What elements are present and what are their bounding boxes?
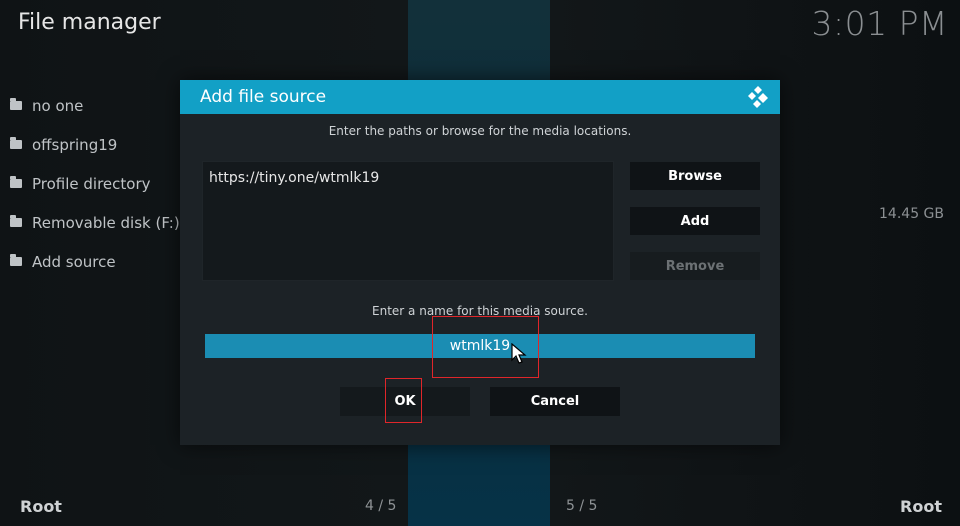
media-source-name-field[interactable]: wtmlk19 xyxy=(205,334,755,358)
list-item-label: Removable disk (F:) xyxy=(32,213,180,232)
path-list[interactable]: https://tiny.one/wtmlk19 xyxy=(202,161,614,281)
footer-root-right: Root xyxy=(900,497,942,516)
cancel-button[interactable]: Cancel xyxy=(490,387,620,416)
name-label: Enter a name for this media source. xyxy=(372,304,588,318)
add-button[interactable]: Add xyxy=(630,207,760,235)
list-item-removable-disk[interactable]: Removable disk (F:) xyxy=(10,203,180,242)
dialog-title: Add file source xyxy=(200,87,327,107)
source-list: no one offspring19 Profile directory Rem… xyxy=(10,86,180,281)
list-item-offspring19[interactable]: offspring19 xyxy=(10,125,180,164)
list-item-label: Add source xyxy=(32,252,116,271)
remove-button[interactable]: Remove xyxy=(630,252,760,280)
folder-icon xyxy=(10,176,22,188)
folder-icon xyxy=(10,215,22,227)
folder-icon xyxy=(10,137,22,149)
list-item-profile-directory[interactable]: Profile directory xyxy=(10,164,180,203)
list-item-label: no one xyxy=(32,96,84,115)
page-title: File manager xyxy=(18,10,161,35)
mouse-cursor-icon xyxy=(511,343,527,364)
kodi-logo-icon xyxy=(748,86,768,108)
footer-root-left: Root xyxy=(20,497,62,516)
dialog-instruction: Enter the paths or browse for the media … xyxy=(328,124,632,138)
folder-icon xyxy=(10,98,22,110)
browse-button[interactable]: Browse xyxy=(630,162,760,190)
page-indicator-left: 4 / 5 xyxy=(365,498,397,514)
dialog-header: Add file source xyxy=(180,80,780,114)
ok-button[interactable]: OK xyxy=(340,387,470,416)
page-indicator-right: 5 / 5 xyxy=(566,498,598,514)
list-item-label: offspring19 xyxy=(32,135,118,154)
folder-icon xyxy=(10,254,22,266)
add-file-source-dialog: Add file source Enter the paths or brows… xyxy=(180,80,780,445)
disk-size: 14.45 GB xyxy=(879,206,944,222)
list-item-no-one[interactable]: no one xyxy=(10,86,180,125)
list-item-add-source[interactable]: Add source xyxy=(10,242,180,281)
list-item-label: Profile directory xyxy=(32,174,151,193)
clock: 3:01 PM xyxy=(811,4,948,43)
path-item[interactable]: https://tiny.one/wtmlk19 xyxy=(209,170,379,186)
media-source-name-value: wtmlk19 xyxy=(449,338,511,354)
